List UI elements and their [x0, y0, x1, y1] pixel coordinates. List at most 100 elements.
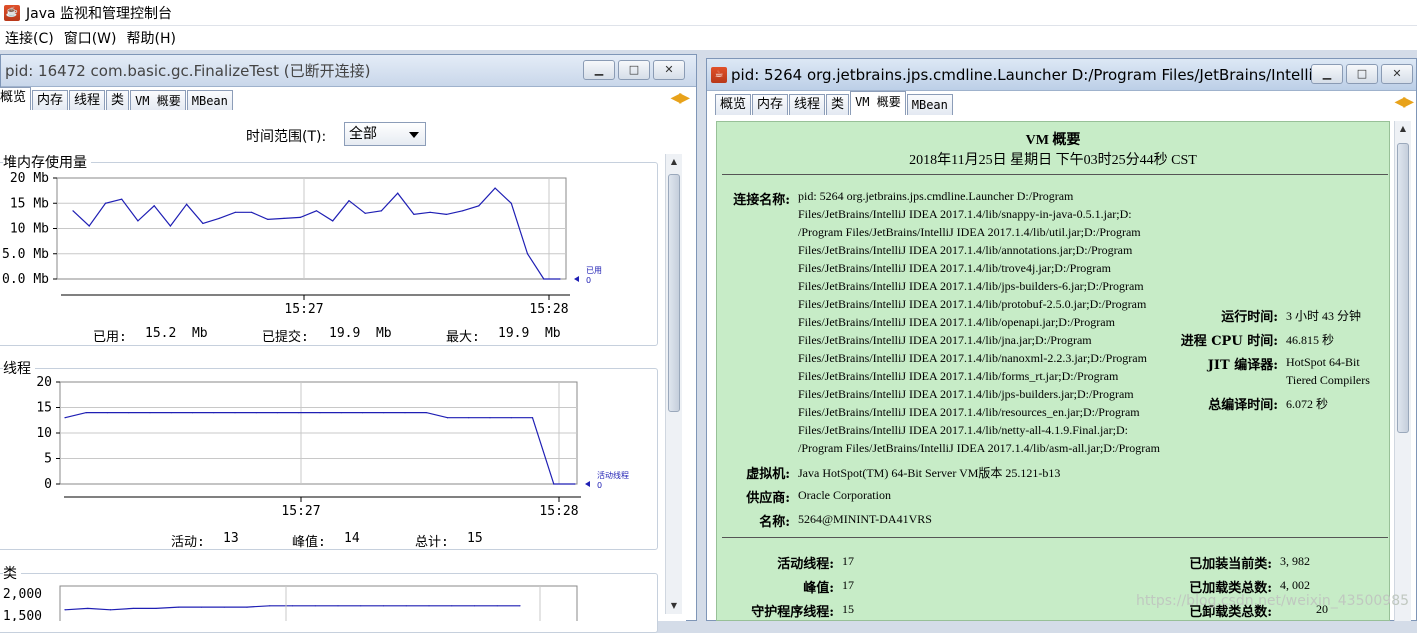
data-point	[178, 606, 180, 608]
daemon-threads-label: 守护程序线程:	[751, 605, 834, 620]
legend-marker	[574, 276, 579, 282]
heap-title: 堆内存使用量	[3, 152, 91, 172]
threads-chart: 2015105015:27 15:28活动线程0	[36, 376, 629, 519]
heap-chart: 20 Mb 15 Mb 10 Mb 5.0 Mb 0.0 Mb 15:27 15:28 已用0	[2, 171, 602, 317]
heap-committed-label: 已提交:	[262, 330, 309, 345]
jit-compiler-value-2: Tiered Compilers	[1286, 373, 1370, 387]
y-tick-label: 0.0 Mb	[2, 272, 49, 287]
vm-label: 虚拟机:	[746, 467, 790, 482]
tab-mbean[interactable]: MBean	[906, 94, 953, 115]
data-point	[489, 417, 491, 419]
data-point	[405, 605, 407, 607]
data-point	[468, 417, 470, 419]
y-tick-label: 5.0 Mb	[2, 247, 49, 262]
data-point	[191, 412, 194, 414]
tab-overview[interactable]: 概览	[715, 94, 752, 115]
tab-vm-summary[interactable]: VM 概要	[850, 91, 906, 115]
app-title: Java 监视和管理控制台	[26, 5, 173, 22]
left-tab-bar: 概览 内存 线程 类 VM 概要 MBean ◀▶	[0, 87, 696, 111]
left-window-title: pid: 16472 com.basic.gc.FinalizeTest (已断…	[5, 62, 371, 80]
maximize-button[interactable]: □	[618, 60, 650, 80]
data-point	[425, 412, 427, 414]
tab-scroll-arrows-icon[interactable]: ◀▶	[670, 90, 689, 106]
total-loaded-value: 4, 002	[1280, 578, 1310, 592]
right-scrollbar[interactable]: ▲	[1394, 121, 1411, 621]
maximize-button[interactable]: □	[1346, 64, 1378, 84]
data-point	[446, 417, 449, 419]
data-point	[246, 606, 248, 608]
cpu-time-value: 46.815 秒	[1286, 333, 1335, 347]
left-window-titlebar[interactable]: pid: 16472 com.basic.gc.FinalizeTest (已断…	[1, 55, 696, 87]
menu-help[interactable]: 帮助(H)	[124, 28, 177, 48]
java-cup-icon: ☕	[711, 66, 727, 83]
heap-used-label: 已用:	[93, 330, 127, 345]
x-tick-label: 15:27	[281, 504, 320, 519]
data-point	[478, 205, 480, 207]
tab-threads[interactable]: 线程	[789, 94, 826, 115]
data-point	[269, 605, 271, 607]
divider	[722, 537, 1388, 538]
data-point	[314, 605, 316, 607]
tab-overview[interactable]: 概览	[0, 87, 32, 111]
scroll-down-icon[interactable]: ▼	[666, 598, 682, 614]
data-point	[360, 605, 362, 607]
connection-name-line: Files/JetBrains/IntelliJ IDEA 2017.1.4/l…	[798, 243, 1133, 257]
data-point	[104, 202, 107, 204]
loaded-classes-label: 已加装当前类:	[1189, 557, 1272, 572]
plot-frame	[59, 585, 578, 621]
right-window-titlebar[interactable]: ☕ pid: 5264 org.jetbrains.jps.cmdline.La…	[707, 59, 1416, 91]
connection-name-line: /Program Files/JetBrains/IntelliJ IDEA 2…	[798, 225, 1141, 239]
tab-mbean[interactable]: MBean	[186, 90, 233, 111]
tab-memory[interactable]: 内存	[32, 90, 69, 111]
connection-name-line: Files/JetBrains/IntelliJ IDEA 2017.1.4/l…	[798, 369, 1119, 383]
minimize-button[interactable]: ▁	[583, 60, 615, 80]
data-point	[234, 412, 236, 414]
data-point	[213, 412, 215, 414]
data-point	[428, 605, 430, 607]
data-point	[383, 412, 385, 414]
right-window-title: pid: 5264 org.jetbrains.jps.cmdline.Laun…	[731, 65, 1311, 84]
x-tick-label: 15:27	[284, 302, 323, 317]
peak-threads-value: 17	[842, 578, 854, 592]
close-button[interactable]: ✕	[653, 60, 685, 80]
java-cup-icon: ☕	[4, 4, 20, 21]
data-point	[255, 412, 257, 414]
tab-classes[interactable]: 类	[106, 90, 130, 111]
minimize-button[interactable]: ▁	[1311, 64, 1343, 84]
connection-name-line: Files/JetBrains/IntelliJ IDEA 2017.1.4/l…	[798, 351, 1147, 365]
cpu-time-label: 进程 CPU 时间:	[1180, 334, 1278, 349]
scroll-up-icon[interactable]: ▲	[666, 154, 682, 170]
tab-classes[interactable]: 类	[826, 94, 850, 115]
close-button[interactable]: ✕	[1381, 64, 1413, 84]
tab-memory[interactable]: 内存	[752, 94, 789, 115]
connection-name-line: Files/JetBrains/IntelliJ IDEA 2017.1.4/l…	[798, 207, 1132, 221]
connection-name-line: Files/JetBrains/IntelliJ IDEA 2017.1.4/l…	[798, 261, 1111, 275]
left-scrollbar[interactable]: ▲ ▼	[665, 154, 682, 614]
time-range-select[interactable]: 全部	[344, 122, 426, 146]
data-point	[200, 606, 203, 608]
vm-value: Java HotSpot(TM) 64-Bit Server VM版本 25.1…	[798, 466, 1061, 480]
data-point	[397, 192, 399, 194]
tab-vm-summary[interactable]: VM 概要	[130, 90, 186, 111]
jit-compiler-label: JIT 编译器:	[1207, 358, 1278, 373]
scroll-thumb[interactable]	[668, 174, 680, 412]
connection-name-line: Files/JetBrains/IntelliJ IDEA 2017.1.4/l…	[798, 333, 1092, 347]
data-point	[85, 412, 87, 414]
scroll-up-icon[interactable]: ▲	[1395, 121, 1411, 137]
menu-connection[interactable]: 连接(C)	[3, 28, 56, 48]
data-point	[451, 605, 453, 607]
data-point	[109, 609, 112, 611]
data-point	[106, 412, 109, 414]
data-point	[64, 417, 66, 419]
connection-name-label: 连接名称:	[733, 193, 790, 208]
legend-name: 已用	[586, 266, 602, 275]
tab-threads[interactable]: 线程	[69, 90, 106, 111]
data-point	[445, 213, 447, 215]
menu-bar: 连接(C) 窗口(W) 帮助(H)	[0, 26, 1417, 50]
x-tick-label: 15:28	[529, 302, 568, 317]
time-range-label: 时间范围(T):	[246, 129, 327, 145]
tab-scroll-arrows-icon[interactable]: ◀▶	[1394, 94, 1413, 110]
menu-window[interactable]: 窗口(W)	[62, 28, 119, 48]
scroll-thumb[interactable]	[1397, 143, 1409, 433]
y-tick-label: 5	[44, 452, 52, 467]
